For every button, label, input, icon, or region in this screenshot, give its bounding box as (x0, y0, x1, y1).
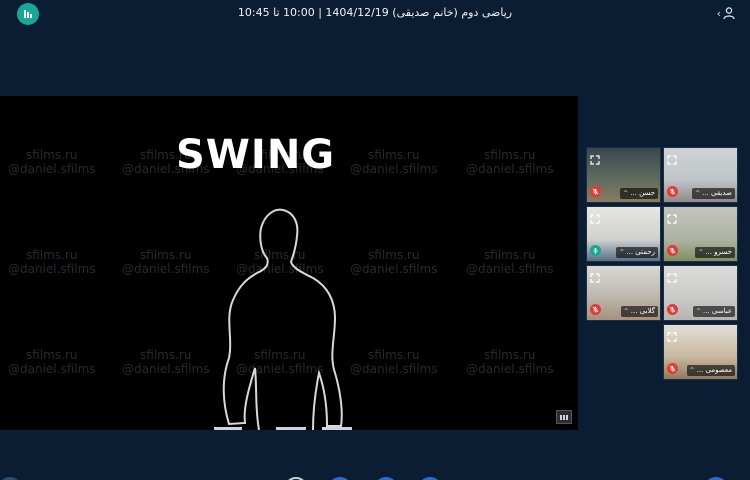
participant-tile[interactable]: خسرو ...^ (663, 206, 738, 262)
watermark-line: @daniel.sfilms (466, 362, 554, 376)
video-title-text: SWING (176, 132, 336, 178)
participant-name-text: حسن ... (630, 189, 655, 197)
silhouette-figure (222, 208, 343, 430)
caret-up-icon[interactable]: ^ (624, 308, 629, 315)
expand-icon[interactable] (667, 268, 677, 283)
expand-icon[interactable] (667, 327, 677, 342)
mic-muted-icon[interactable] (590, 186, 601, 197)
participant-tile[interactable]: حسن ...^ (586, 147, 661, 203)
user-icon (723, 7, 735, 20)
watermark-text: sfilms.ru @daniel.sfilms (8, 348, 96, 376)
expand-icon[interactable] (590, 150, 600, 165)
chevron-left-icon: ‹ (716, 6, 721, 20)
progress-segment (214, 427, 242, 430)
expand-icon[interactable] (667, 150, 677, 165)
participant-name: خسرو ...^ (695, 247, 735, 258)
participant-name-text: گلابی ... (630, 307, 655, 315)
caret-up-icon[interactable]: ^ (623, 190, 628, 197)
watermark-line: sfilms.ru (484, 148, 536, 162)
caret-up-icon[interactable]: ^ (696, 308, 701, 315)
participant-tile[interactable]: صدیقی ...^ (663, 147, 738, 203)
expand-icon[interactable] (667, 209, 677, 224)
watermark-text: sfilms.ru @daniel.sfilms (350, 148, 438, 176)
expand-icon[interactable] (590, 268, 600, 283)
mic-muted-icon[interactable] (667, 363, 678, 374)
mic-muted-icon[interactable] (667, 245, 678, 256)
participant-name-text: صدیقی ... (702, 189, 732, 197)
layout-grid-icon[interactable] (556, 410, 572, 424)
mic-muted-icon[interactable] (667, 186, 678, 197)
watermark-line: @daniel.sfilms (466, 262, 554, 276)
participant-name: عباسی ...^ (692, 306, 735, 317)
shared-video-stage[interactable]: sfilms.ru @daniel.sfilms sfilms.ru @daniel.… (0, 96, 578, 430)
participant-name: صدیقی ...^ (692, 188, 735, 199)
expand-icon[interactable] (590, 209, 600, 224)
caret-up-icon[interactable]: ^ (698, 249, 703, 256)
participant-tile[interactable]: رحمتی ...^ (586, 206, 661, 262)
bottom-toolbar (0, 472, 750, 480)
mic-muted-icon[interactable] (667, 304, 678, 315)
participant-name-text: خسرو ... (705, 248, 732, 256)
progress-segment (322, 427, 352, 430)
participant-name: رحمتی ...^ (616, 247, 658, 258)
participant-tile[interactable]: گلابی ...^ (586, 265, 661, 321)
watermark-text: sfilms.ru @daniel.sfilms (8, 148, 96, 176)
caret-up-icon[interactable]: ^ (695, 190, 700, 197)
meeting-title: ریاضی دوم (خانم صدیقی) 1404/12/19 | 10:0… (237, 6, 513, 19)
watermark-line: sfilms.ru (26, 148, 78, 162)
watermark-text: sfilms.ru @daniel.sfilms (8, 248, 96, 276)
participant-name: گلابی ...^ (620, 306, 658, 317)
caret-up-icon[interactable]: ^ (619, 249, 624, 256)
top-bar: ریاضی دوم (خانم صدیقی) 1404/12/19 | 10:0… (0, 0, 750, 28)
watermark-line: sfilms.ru (26, 248, 78, 262)
progress-segment (276, 427, 306, 430)
mic-icon[interactable] (590, 245, 601, 256)
watermark-line: sfilms.ru (484, 248, 536, 262)
participant-tile[interactable]: عباسی ...^ (663, 265, 738, 321)
watermark-text: sfilms.ru @daniel.sfilms (466, 248, 554, 276)
watermark-text: sfilms.ru @daniel.sfilms (466, 348, 554, 376)
participant-name-text: عباسی ... (702, 307, 732, 315)
user-menu-button[interactable]: ‹ (717, 5, 736, 21)
watermark-line: @daniel.sfilms (8, 262, 96, 276)
participant-name-text: معصومی ... (696, 366, 732, 374)
watermark-text: sfilms.ru @daniel.sfilms (466, 148, 554, 176)
participant-name-text: رحمتی ... (626, 248, 655, 256)
participant-name: حسن ...^ (620, 188, 658, 199)
watermark-line: @daniel.sfilms (8, 362, 96, 376)
mic-muted-icon[interactable] (590, 304, 601, 315)
watermark-line: @daniel.sfilms (466, 162, 554, 176)
watermark-line: sfilms.ru (26, 348, 78, 362)
participant-name: معصومی ...^ (686, 365, 735, 376)
participant-tile[interactable]: معصومی ...^ (663, 324, 738, 380)
watermark-line: sfilms.ru (484, 348, 536, 362)
watermark-line: @daniel.sfilms (350, 162, 438, 176)
watermark-line: sfilms.ru (368, 148, 420, 162)
caret-up-icon[interactable]: ^ (690, 367, 695, 374)
watermark-line: @daniel.sfilms (8, 162, 96, 176)
